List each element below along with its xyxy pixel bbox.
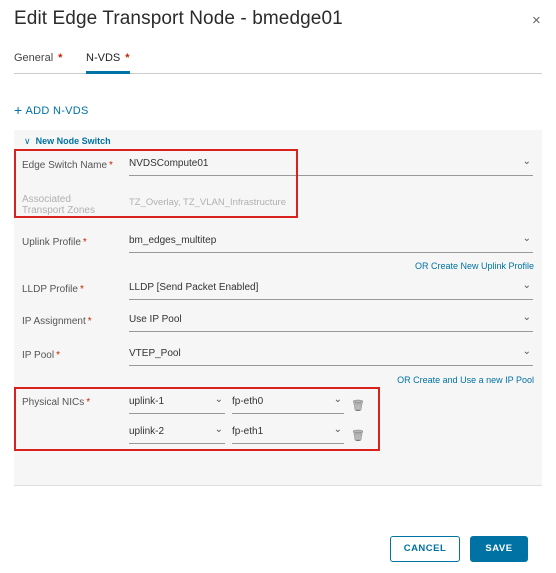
ip-pool-select[interactable]: VTEP_Pool ⌄ [129,346,533,366]
plus-icon: + [14,102,23,118]
lldp-profile-value: LLDP [Send Packet Enabled] [129,282,259,293]
tab-general[interactable]: General * [14,52,62,73]
cancel-button[interactable]: CANCEL [390,536,460,562]
node-switch-header-label: New Node Switch [35,136,111,146]
required-marker: * [79,284,84,295]
chevron-down-icon: ⌄ [522,233,531,244]
chevron-down-icon: ⌄ [522,280,531,291]
required-marker: * [58,52,63,64]
chevron-down-icon: ⌄ [522,156,531,167]
ip-pool-label-text: IP Pool [22,350,55,361]
save-button[interactable]: SAVE [470,536,528,562]
ip-assignment-label-text: IP Assignment [22,316,86,327]
ip-pool-value: VTEP_Pool [129,348,181,359]
chevron-down-icon: ⌄ [522,312,531,323]
uplink-profile-label-text: Uplink Profile [22,237,81,248]
ip-assignment-value: Use IP Pool [129,314,182,325]
node-switch-header[interactable]: ∨ New Node Switch [24,136,111,147]
required-marker: * [125,52,130,64]
ip-assignment-label: IP Assignment * [22,316,92,327]
tab-nvds[interactable]: N-VDS * [86,52,130,74]
close-icon[interactable]: × [532,12,541,29]
tab-general-label: General [14,52,54,64]
highlight-box [14,387,380,451]
add-nvds-button[interactable]: + ADD N-VDS [14,101,89,118]
chevron-down-icon: ⌄ [522,346,531,357]
lldp-profile-label: LLDP Profile * [22,284,84,295]
uplink-profile-value: bm_edges_multitep [129,235,217,246]
highlight-box [14,149,298,218]
chevron-down-icon: ∨ [24,136,31,146]
add-nvds-label: ADD N-VDS [25,105,89,117]
lldp-profile-label-text: LLDP Profile [22,284,78,295]
dialog-title: Edit Edge Transport Node - bmedge01 [14,8,343,29]
ip-assignment-select[interactable]: Use IP Pool ⌄ [129,312,533,332]
required-marker: * [56,350,60,361]
lldp-profile-select[interactable]: LLDP [Send Packet Enabled] ⌄ [129,280,533,300]
tab-bar: General * N-VDS * [14,52,542,74]
required-marker: * [87,316,92,327]
tab-nvds-label: N-VDS [86,52,121,64]
ip-pool-label: IP Pool * [22,350,60,361]
uplink-profile-select[interactable]: bm_edges_multitep ⌄ [129,233,533,253]
create-uplink-profile-link[interactable]: OR Create New Uplink Profile [415,261,534,271]
required-marker: * [82,237,87,248]
uplink-profile-label: Uplink Profile * [22,237,87,248]
create-ip-pool-link[interactable]: OR Create and Use a new IP Pool [397,375,534,385]
